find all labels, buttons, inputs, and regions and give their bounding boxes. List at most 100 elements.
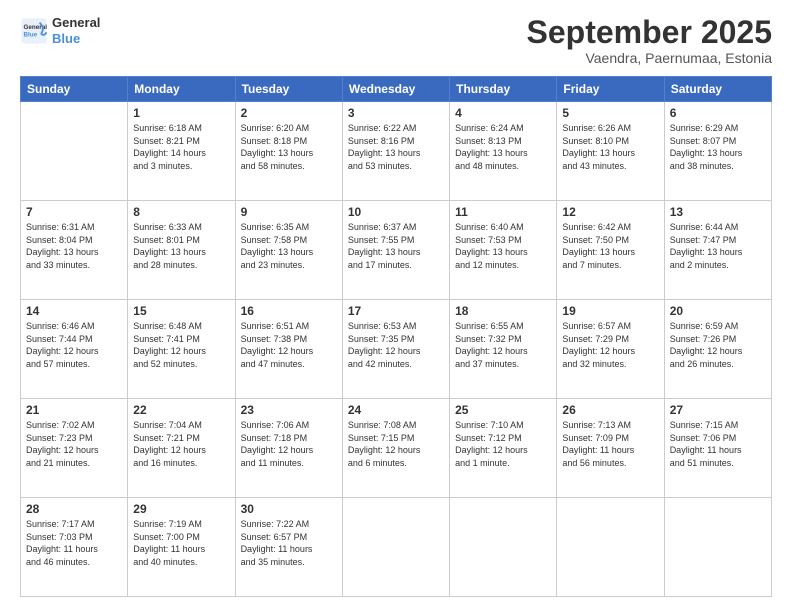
calendar-cell: 2 Sunrise: 6:20 AM Sunset: 8:18 PM Daylig… bbox=[235, 102, 342, 201]
page: General Blue General Blue September 2025… bbox=[0, 0, 792, 612]
day-number: 21 bbox=[26, 403, 122, 417]
calendar-header-saturday: Saturday bbox=[664, 77, 771, 102]
day-number: 11 bbox=[455, 205, 551, 219]
calendar-cell: 13 Sunrise: 6:44 AM Sunset: 7:47 PM Dayli… bbox=[664, 201, 771, 300]
day-number: 1 bbox=[133, 106, 229, 120]
logo: General Blue General Blue bbox=[20, 15, 100, 46]
calendar-cell: 5 Sunrise: 6:26 AM Sunset: 8:10 PM Daylig… bbox=[557, 102, 664, 201]
calendar-cell bbox=[664, 498, 771, 597]
calendar-header-sunday: Sunday bbox=[21, 77, 128, 102]
calendar-cell: 16 Sunrise: 6:51 AM Sunset: 7:38 PM Dayli… bbox=[235, 300, 342, 399]
day-info: Sunrise: 6:31 AM Sunset: 8:04 PM Dayligh… bbox=[26, 221, 122, 271]
calendar-cell: 15 Sunrise: 6:48 AM Sunset: 7:41 PM Dayli… bbox=[128, 300, 235, 399]
title-block: September 2025 Vaendra, Paernumaa, Eston… bbox=[527, 15, 772, 66]
day-number: 24 bbox=[348, 403, 444, 417]
calendar-header-tuesday: Tuesday bbox=[235, 77, 342, 102]
calendar-cell: 20 Sunrise: 6:59 AM Sunset: 7:26 PM Dayli… bbox=[664, 300, 771, 399]
calendar-header-thursday: Thursday bbox=[450, 77, 557, 102]
day-info: Sunrise: 7:02 AM Sunset: 7:23 PM Dayligh… bbox=[26, 419, 122, 469]
calendar-cell: 21 Sunrise: 7:02 AM Sunset: 7:23 PM Dayli… bbox=[21, 399, 128, 498]
calendar-cell: 29Sunrise: 7:19 AM Sunset: 7:00 PM Dayli… bbox=[128, 498, 235, 597]
day-info: Sunrise: 6:35 AM Sunset: 7:58 PM Dayligh… bbox=[241, 221, 337, 271]
day-number: 8 bbox=[133, 205, 229, 219]
day-number: 4 bbox=[455, 106, 551, 120]
calendar-week-3: 14Sunrise: 6:46 AM Sunset: 7:44 PM Dayli… bbox=[21, 300, 772, 399]
day-number: 25 bbox=[455, 403, 551, 417]
day-number: 28 bbox=[26, 502, 122, 516]
calendar-cell: 9 Sunrise: 6:35 AM Sunset: 7:58 PM Daylig… bbox=[235, 201, 342, 300]
header: General Blue General Blue September 2025… bbox=[20, 15, 772, 66]
location-subtitle: Vaendra, Paernumaa, Estonia bbox=[527, 50, 772, 66]
day-number: 23 bbox=[241, 403, 337, 417]
calendar-cell: 4 Sunrise: 6:24 AM Sunset: 8:13 PM Daylig… bbox=[450, 102, 557, 201]
calendar-cell: 12 Sunrise: 6:42 AM Sunset: 7:50 PM Dayli… bbox=[557, 201, 664, 300]
calendar-week-2: 7 Sunrise: 6:31 AM Sunset: 8:04 PM Daylig… bbox=[21, 201, 772, 300]
calendar-cell: 3 Sunrise: 6:22 AM Sunset: 8:16 PM Daylig… bbox=[342, 102, 449, 201]
calendar-week-5: 28 Sunrise: 7:17 AM Sunset: 7:03 PM Dayli… bbox=[21, 498, 772, 597]
day-info: Sunrise: 7:04 AM Sunset: 7:21 PM Dayligh… bbox=[133, 419, 229, 469]
day-info: Sunrise: 7:15 AM Sunset: 7:06 PM Dayligh… bbox=[670, 419, 766, 469]
day-number: 12 bbox=[562, 205, 658, 219]
day-number: 20 bbox=[670, 304, 766, 318]
day-number: 27 bbox=[670, 403, 766, 417]
day-number: 30 bbox=[241, 502, 337, 516]
day-info: Sunrise: 6:24 AM Sunset: 8:13 PM Dayligh… bbox=[455, 122, 551, 172]
day-info: Sunrise: 6:51 AM Sunset: 7:38 PM Dayligh… bbox=[241, 320, 337, 370]
day-number: 19 bbox=[562, 304, 658, 318]
day-info: Sunrise: 6:59 AM Sunset: 7:26 PM Dayligh… bbox=[670, 320, 766, 370]
calendar-cell: 6 Sunrise: 6:29 AM Sunset: 8:07 PM Daylig… bbox=[664, 102, 771, 201]
calendar-week-1: 1Sunrise: 6:18 AM Sunset: 8:21 PM Daylig… bbox=[21, 102, 772, 201]
day-number: 15 bbox=[133, 304, 229, 318]
day-info: Sunrise: 6:44 AM Sunset: 7:47 PM Dayligh… bbox=[670, 221, 766, 271]
calendar-cell: 10Sunrise: 6:37 AM Sunset: 7:55 PM Dayli… bbox=[342, 201, 449, 300]
day-number: 17 bbox=[348, 304, 444, 318]
calendar-cell bbox=[21, 102, 128, 201]
day-number: 6 bbox=[670, 106, 766, 120]
calendar-cell bbox=[450, 498, 557, 597]
day-number: 2 bbox=[241, 106, 337, 120]
calendar-cell: 22 Sunrise: 7:04 AM Sunset: 7:21 PM Dayli… bbox=[128, 399, 235, 498]
calendar-header-row: SundayMondayTuesdayWednesdayThursdayFrid… bbox=[21, 77, 772, 102]
day-info: Sunrise: 6:40 AM Sunset: 7:53 PM Dayligh… bbox=[455, 221, 551, 271]
day-info: Sunrise: 7:22 AM Sunset: 6:57 PM Dayligh… bbox=[241, 518, 337, 568]
day-info: Sunrise: 7:10 AM Sunset: 7:12 PM Dayligh… bbox=[455, 419, 551, 469]
logo-icon: General Blue bbox=[20, 17, 48, 45]
day-number: 14 bbox=[26, 304, 122, 318]
day-info: Sunrise: 6:20 AM Sunset: 8:18 PM Dayligh… bbox=[241, 122, 337, 172]
day-info: Sunrise: 6:29 AM Sunset: 8:07 PM Dayligh… bbox=[670, 122, 766, 172]
calendar-cell: 7 Sunrise: 6:31 AM Sunset: 8:04 PM Daylig… bbox=[21, 201, 128, 300]
calendar-cell: 8 Sunrise: 6:33 AM Sunset: 8:01 PM Daylig… bbox=[128, 201, 235, 300]
calendar-cell: 18 Sunrise: 6:55 AM Sunset: 7:32 PM Dayli… bbox=[450, 300, 557, 399]
day-number: 13 bbox=[670, 205, 766, 219]
calendar-cell: 25 Sunrise: 7:10 AM Sunset: 7:12 PM Dayli… bbox=[450, 399, 557, 498]
day-info: Sunrise: 6:26 AM Sunset: 8:10 PM Dayligh… bbox=[562, 122, 658, 172]
calendar-cell: 14Sunrise: 6:46 AM Sunset: 7:44 PM Dayli… bbox=[21, 300, 128, 399]
day-info: Sunrise: 6:57 AM Sunset: 7:29 PM Dayligh… bbox=[562, 320, 658, 370]
day-number: 22 bbox=[133, 403, 229, 417]
day-number: 18 bbox=[455, 304, 551, 318]
day-info: Sunrise: 7:17 AM Sunset: 7:03 PM Dayligh… bbox=[26, 518, 122, 568]
calendar-header-friday: Friday bbox=[557, 77, 664, 102]
day-info: Sunrise: 6:22 AM Sunset: 8:16 PM Dayligh… bbox=[348, 122, 444, 172]
calendar-header-wednesday: Wednesday bbox=[342, 77, 449, 102]
calendar-week-4: 21 Sunrise: 7:02 AM Sunset: 7:23 PM Dayli… bbox=[21, 399, 772, 498]
day-info: Sunrise: 7:08 AM Sunset: 7:15 PM Dayligh… bbox=[348, 419, 444, 469]
day-info: Sunrise: 6:53 AM Sunset: 7:35 PM Dayligh… bbox=[348, 320, 444, 370]
day-info: Sunrise: 7:19 AM Sunset: 7:00 PM Dayligh… bbox=[133, 518, 229, 568]
calendar-cell: 24 Sunrise: 7:08 AM Sunset: 7:15 PM Dayli… bbox=[342, 399, 449, 498]
calendar-cell: 30 Sunrise: 7:22 AM Sunset: 6:57 PM Dayli… bbox=[235, 498, 342, 597]
calendar-cell bbox=[557, 498, 664, 597]
day-number: 16 bbox=[241, 304, 337, 318]
logo-text: General Blue bbox=[52, 15, 100, 46]
day-info: Sunrise: 6:55 AM Sunset: 7:32 PM Dayligh… bbox=[455, 320, 551, 370]
day-number: 9 bbox=[241, 205, 337, 219]
day-number: 7 bbox=[26, 205, 122, 219]
day-info: Sunrise: 6:48 AM Sunset: 7:41 PM Dayligh… bbox=[133, 320, 229, 370]
calendar-cell: 17 Sunrise: 6:53 AM Sunset: 7:35 PM Dayli… bbox=[342, 300, 449, 399]
day-info: Sunrise: 6:42 AM Sunset: 7:50 PM Dayligh… bbox=[562, 221, 658, 271]
day-number: 5 bbox=[562, 106, 658, 120]
day-info: Sunrise: 6:33 AM Sunset: 8:01 PM Dayligh… bbox=[133, 221, 229, 271]
calendar-cell: 23Sunrise: 7:06 AM Sunset: 7:18 PM Dayli… bbox=[235, 399, 342, 498]
calendar-cell: 1Sunrise: 6:18 AM Sunset: 8:21 PM Daylig… bbox=[128, 102, 235, 201]
day-number: 3 bbox=[348, 106, 444, 120]
